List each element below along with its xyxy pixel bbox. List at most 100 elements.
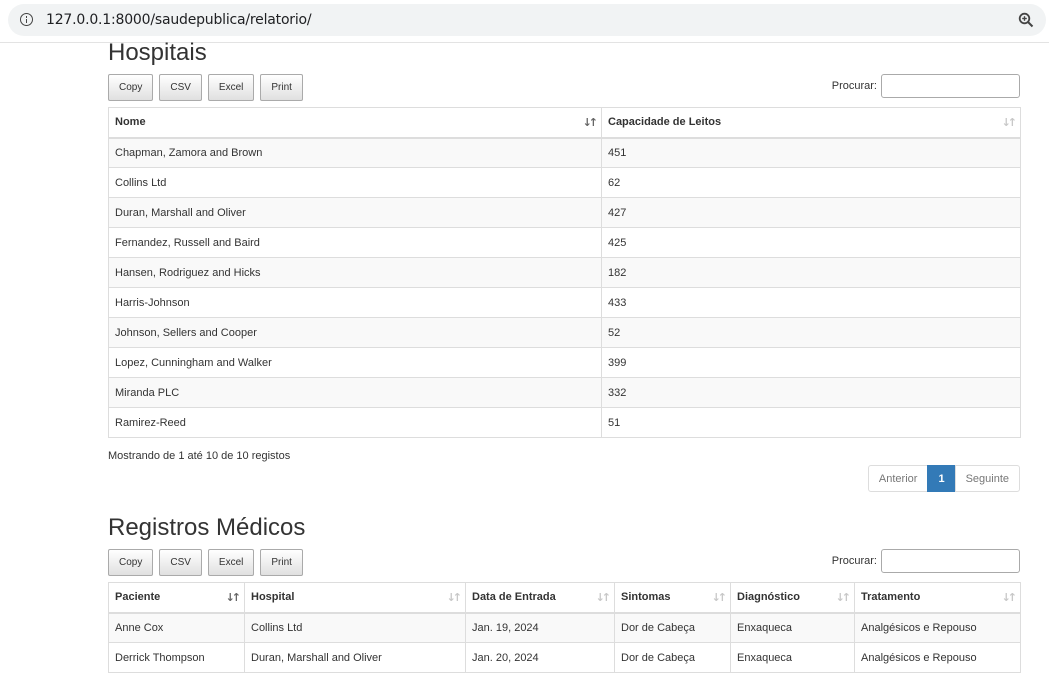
table-row: Derrick Thompson Duran, Marshall and Oli… xyxy=(108,642,1021,673)
zoom-icon[interactable] xyxy=(1018,12,1034,28)
capacity-cell: 425 xyxy=(601,227,1021,258)
column-label: Paciente xyxy=(115,591,161,604)
url-bar[interactable]: 127.0.0.1:8000/saudepublica/relatorio/ xyxy=(8,4,1046,36)
column-header-data-entrada[interactable]: Data de Entrada ↓↑ xyxy=(465,582,615,614)
next-page-button[interactable]: Seguinte xyxy=(954,465,1020,492)
hospital-name-cell: Ramirez-Reed xyxy=(108,407,602,438)
table-row: Chapman, Zamora and Brown 451 xyxy=(108,137,1021,168)
column-label: Data de Entrada xyxy=(472,591,556,604)
sort-icon: ↓↑ xyxy=(711,591,728,604)
column-header-paciente[interactable]: Paciente ↓↑ xyxy=(108,582,245,614)
capacity-cell: 52 xyxy=(601,317,1021,348)
symptoms-cell: Dor de Cabeça xyxy=(614,642,731,673)
table-header-row: Nome ↓↑ Capacidade de Leitos ↓↑ xyxy=(108,107,1021,139)
table-row: Fernandez, Russell and Baird 425 xyxy=(108,227,1021,258)
hospital-name-cell: Lopez, Cunningham and Walker xyxy=(108,347,602,378)
registros-search: Procurar: xyxy=(832,549,1020,573)
column-header-tratamento[interactable]: Tratamento ↓↑ xyxy=(854,582,1021,614)
column-header-nome[interactable]: Nome ↓↑ xyxy=(108,107,602,139)
browser-address-bar: 127.0.0.1:8000/saudepublica/relatorio/ xyxy=(0,0,1049,43)
hospital-name-cell: Duran, Marshall and Oliver xyxy=(108,197,602,228)
hospitais-table: Nome ↓↑ Capacidade de Leitos ↓↑ Chapman,… xyxy=(108,107,1021,438)
search-label: Procurar: xyxy=(831,555,877,567)
entry-date-cell: Jan. 19, 2024 xyxy=(465,612,615,643)
hospitais-title: Hospitais xyxy=(108,39,207,66)
table-row: Johnson, Sellers and Cooper 52 xyxy=(108,317,1021,348)
hospital-name-cell: Miranda PLC xyxy=(108,377,602,408)
column-label: Sintomas xyxy=(621,591,671,604)
print-button[interactable]: Print xyxy=(260,74,303,101)
hospital-cell: Duran, Marshall and Oliver xyxy=(244,642,466,673)
csv-button[interactable]: CSV xyxy=(159,549,202,576)
table-row: Hansen, Rodriguez and Hicks 182 xyxy=(108,257,1021,288)
previous-page-button[interactable]: Anterior xyxy=(867,465,929,492)
hospitais-search-input[interactable] xyxy=(881,74,1020,98)
table-row: Collins Ltd 62 xyxy=(108,167,1021,198)
excel-button[interactable]: Excel xyxy=(207,74,255,101)
entry-date-cell: Jan. 20, 2024 xyxy=(465,642,615,673)
hospitais-export-buttons: Copy CSV Excel Print xyxy=(108,74,309,101)
copy-button[interactable]: Copy xyxy=(108,549,154,576)
column-header-sintomas[interactable]: Sintomas ↓↑ xyxy=(614,582,731,614)
capacity-cell: 427 xyxy=(601,197,1021,228)
hospitais-pagination: Anterior 1 Seguinte xyxy=(867,465,1020,492)
hospital-name-cell: Hansen, Rodriguez and Hicks xyxy=(108,257,602,288)
hospital-name-cell: Harris-Johnson xyxy=(108,287,602,318)
hospitais-table-info: Mostrando de 1 até 10 de 10 registos xyxy=(108,450,291,462)
search-label: Procurar: xyxy=(831,80,877,92)
csv-button[interactable]: CSV xyxy=(159,74,202,101)
capacity-cell: 451 xyxy=(601,137,1021,168)
capacity-cell: 182 xyxy=(601,257,1021,288)
capacity-cell: 51 xyxy=(601,407,1021,438)
column-header-diagnostico[interactable]: Diagnóstico ↓↑ xyxy=(730,582,855,614)
page-1-button[interactable]: 1 xyxy=(927,465,956,492)
diagnosis-cell: Enxaqueca xyxy=(730,612,855,643)
treatment-cell: Analgésicos e Repouso xyxy=(854,642,1021,673)
sort-icon: ↓↑ xyxy=(1001,116,1018,129)
table-row: Duran, Marshall and Oliver 427 xyxy=(108,197,1021,228)
sort-icon: ↓↑ xyxy=(595,591,612,604)
column-header-hospital[interactable]: Hospital ↓↑ xyxy=(244,582,466,614)
sort-asc-icon: ↓↑ xyxy=(225,591,242,604)
hospitais-search: Procurar: xyxy=(832,74,1020,98)
column-label: Capacidade de Leitos xyxy=(608,116,722,129)
table-row: Miranda PLC 332 xyxy=(108,377,1021,408)
capacity-cell: 399 xyxy=(601,347,1021,378)
patient-cell: Derrick Thompson xyxy=(108,642,245,673)
column-header-capacidade[interactable]: Capacidade de Leitos ↓↑ xyxy=(601,107,1021,139)
registros-search-input[interactable] xyxy=(881,549,1020,573)
patient-cell: Anne Cox xyxy=(108,612,245,643)
column-label: Tratamento xyxy=(861,591,921,604)
hospital-name-cell: Chapman, Zamora and Brown xyxy=(108,137,602,168)
column-label: Nome xyxy=(115,116,146,129)
table-row: Lopez, Cunningham and Walker 399 xyxy=(108,347,1021,378)
registros-table: Paciente ↓↑ Hospital ↓↑ Data de Entrada ↓↑ … xyxy=(108,582,1021,673)
sort-icon: ↓↑ xyxy=(446,591,463,604)
treatment-cell: Analgésicos e Repouso xyxy=(854,612,1021,643)
column-label: Diagnóstico xyxy=(737,591,800,604)
sort-asc-icon: ↓↑ xyxy=(582,116,599,129)
registros-title: Registros Médicos xyxy=(108,514,306,541)
registros-export-buttons: Copy CSV Excel Print xyxy=(108,549,309,576)
symptoms-cell: Dor de Cabeça xyxy=(614,612,731,643)
info-icon[interactable] xyxy=(20,13,33,26)
table-row: Harris-Johnson 433 xyxy=(108,287,1021,318)
capacity-cell: 62 xyxy=(601,167,1021,198)
excel-button[interactable]: Excel xyxy=(207,549,255,576)
capacity-cell: 433 xyxy=(601,287,1021,318)
diagnosis-cell: Enxaqueca xyxy=(730,642,855,673)
hospital-name-cell: Fernandez, Russell and Baird xyxy=(108,227,602,258)
print-button[interactable]: Print xyxy=(260,549,303,576)
table-header-row: Paciente ↓↑ Hospital ↓↑ Data de Entrada ↓↑ … xyxy=(108,582,1021,614)
hospital-cell: Collins Ltd xyxy=(244,612,466,643)
column-label: Hospital xyxy=(251,591,295,604)
capacity-cell: 332 xyxy=(601,377,1021,408)
sort-icon: ↓↑ xyxy=(1001,591,1018,604)
url-text[interactable]: 127.0.0.1:8000/saudepublica/relatorio/ xyxy=(46,12,312,28)
copy-button[interactable]: Copy xyxy=(108,74,154,101)
hospital-name-cell: Collins Ltd xyxy=(108,167,602,198)
hospital-name-cell: Johnson, Sellers and Cooper xyxy=(108,317,602,348)
sort-icon: ↓↑ xyxy=(835,591,852,604)
table-row: Ramirez-Reed 51 xyxy=(108,407,1021,438)
table-row: Anne Cox Collins Ltd Jan. 19, 2024 Dor d… xyxy=(108,612,1021,643)
